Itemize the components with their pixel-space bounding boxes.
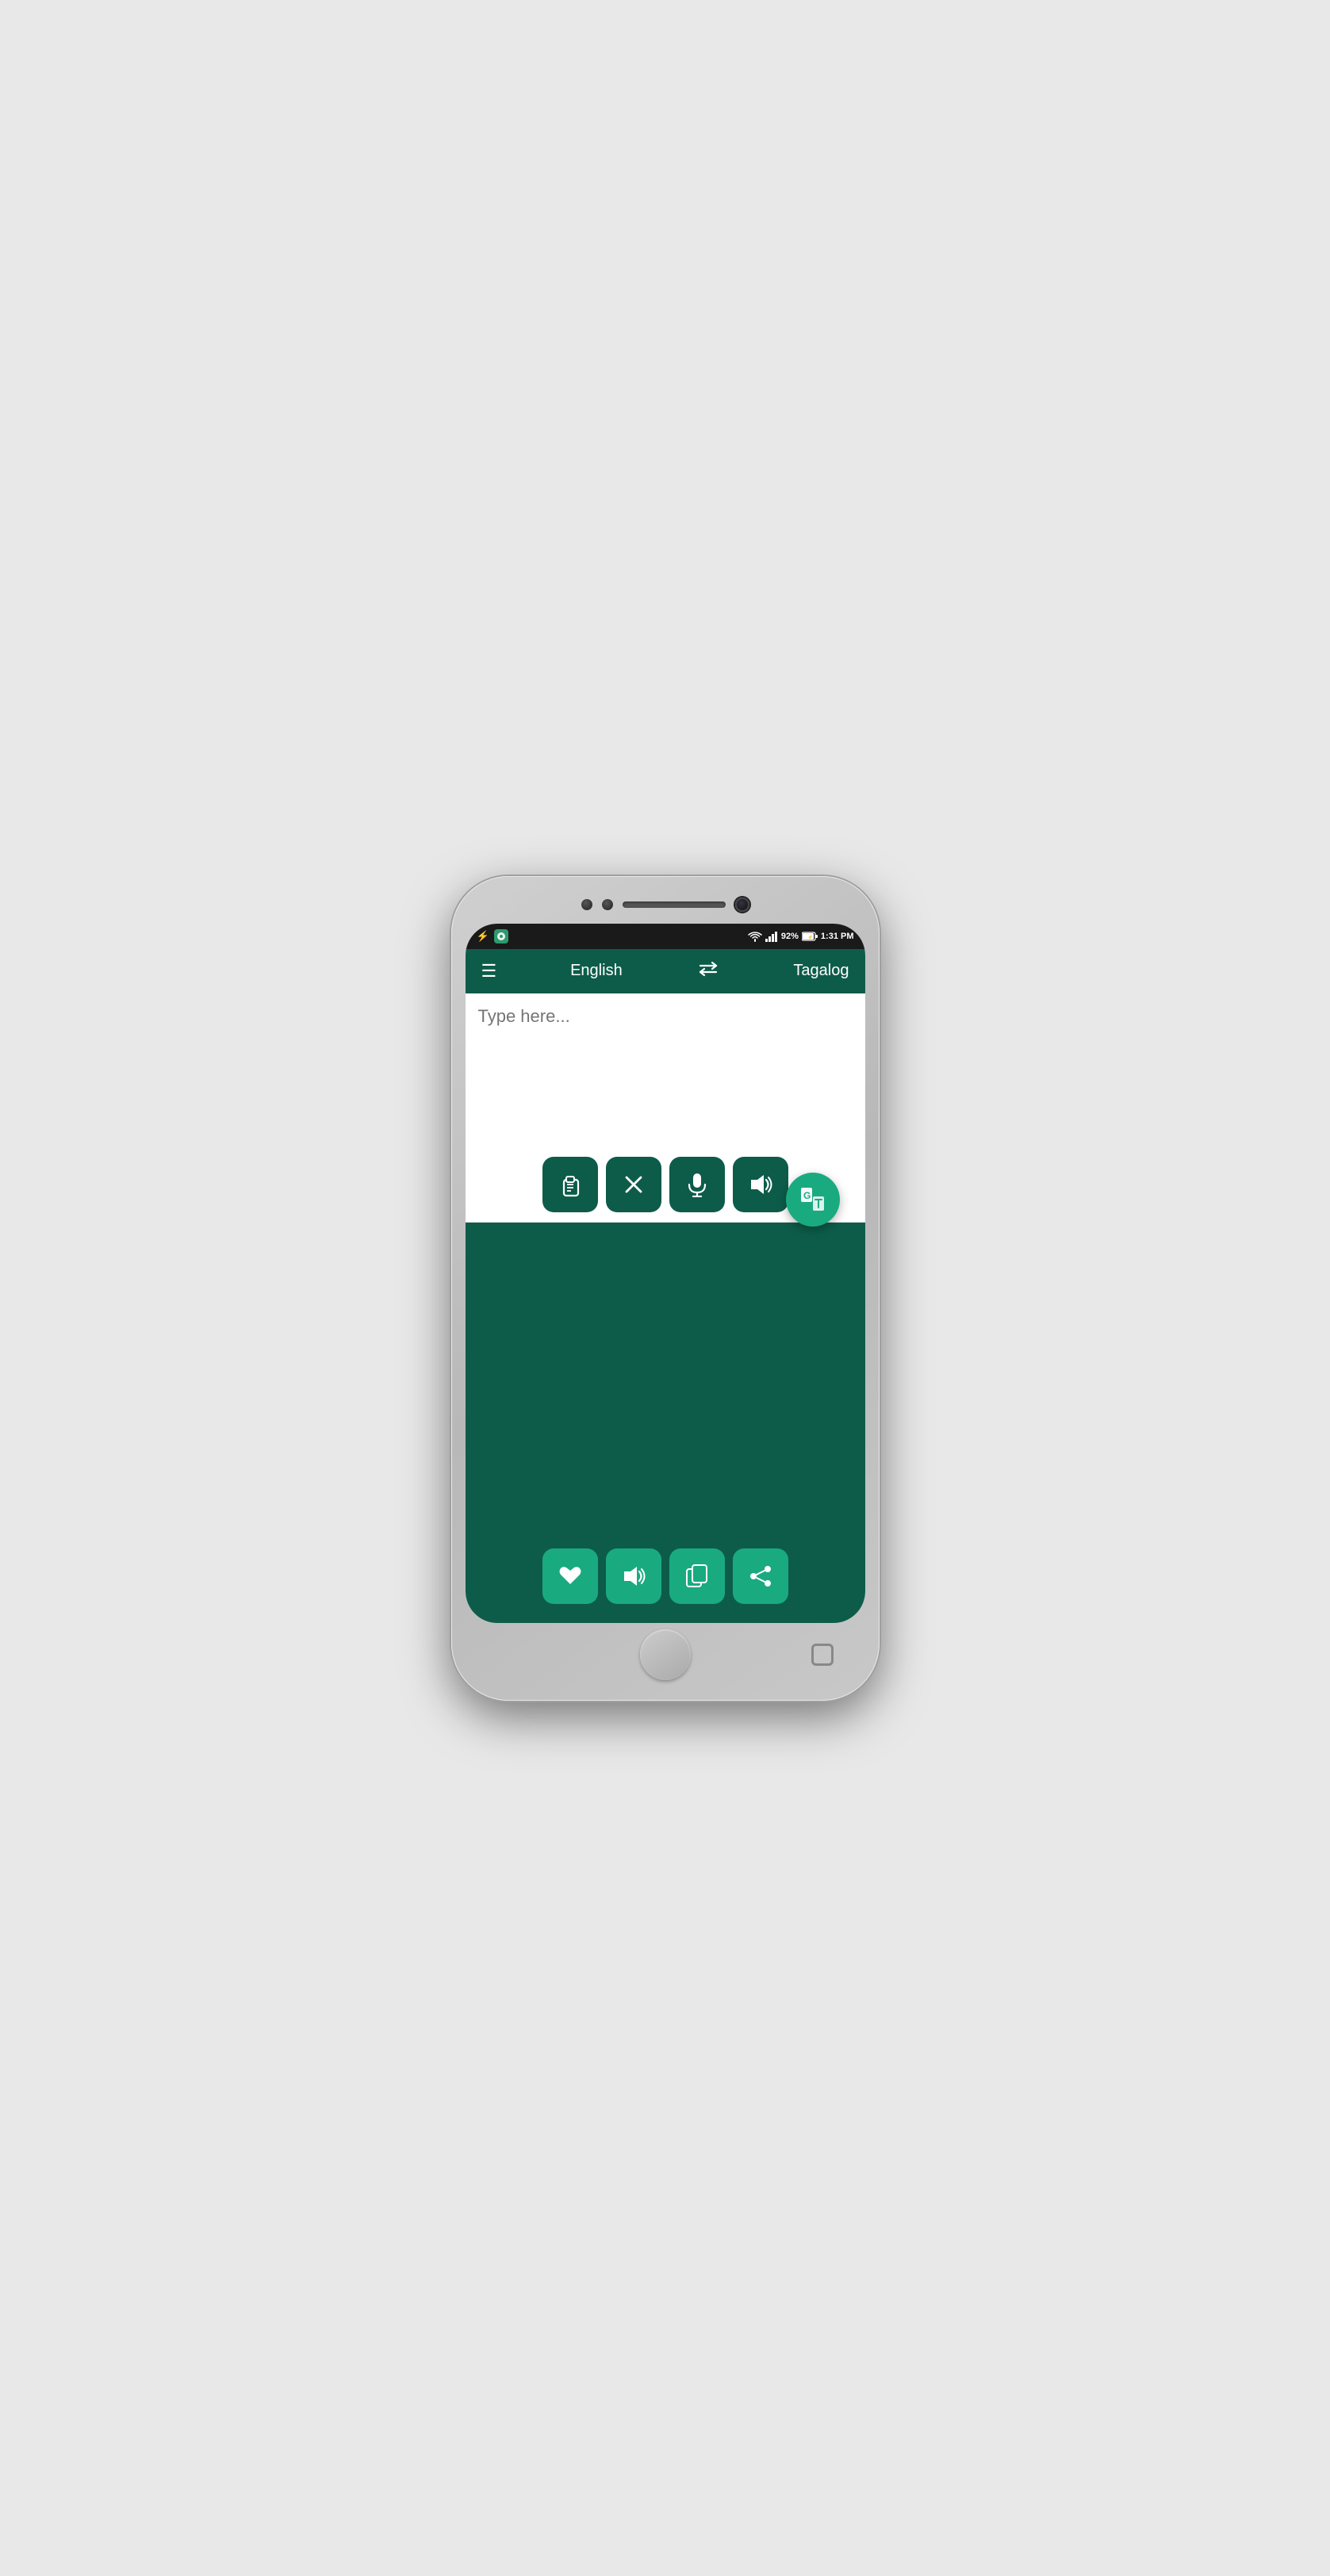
usb-icon: ⚡ <box>477 930 489 943</box>
phone-device: ⚡ ↑ <box>451 876 880 1701</box>
phone-dot-left <box>581 899 592 910</box>
microphone-button[interactable] <box>669 1157 725 1212</box>
home-button[interactable] <box>640 1629 691 1680</box>
share-button[interactable] <box>733 1548 788 1604</box>
app-icon <box>494 929 508 944</box>
swap-languages-icon[interactable] <box>696 960 720 982</box>
svg-text:G: G <box>803 1190 811 1201</box>
paste-button[interactable] <box>542 1157 598 1212</box>
phone-screen: ⚡ ↑ <box>466 924 865 1623</box>
app-small-icon <box>496 932 506 941</box>
phone-speaker <box>623 901 726 908</box>
output-actions <box>478 1548 853 1610</box>
wifi-icon: ↑ <box>748 931 762 942</box>
phone-camera <box>735 898 749 912</box>
battery-icon: ⚡ <box>802 932 818 941</box>
phone-top-bar <box>466 890 865 919</box>
clock: 1:31 PM <box>821 932 854 941</box>
speaker-input-button[interactable] <box>733 1157 788 1212</box>
main-content: G <box>466 993 865 1623</box>
output-area <box>466 1223 865 1623</box>
svg-text:⚡: ⚡ <box>807 934 813 940</box>
clear-button[interactable] <box>606 1157 661 1212</box>
phone-bottom-bar <box>466 1623 865 1686</box>
favorite-button[interactable] <box>542 1548 598 1604</box>
status-bar: ⚡ ↑ <box>466 924 865 949</box>
phone-dot-right <box>602 899 613 910</box>
source-language-label[interactable]: English <box>570 962 623 980</box>
translate-fab-button[interactable]: G <box>786 1173 840 1227</box>
signal-icon <box>765 931 778 942</box>
copy-output-button[interactable] <box>669 1548 725 1604</box>
app-header: ☰ English Tagalog <box>466 949 865 993</box>
status-right: ↑ 92% ⚡ 1:31 PM <box>748 931 854 942</box>
back-button[interactable] <box>811 1644 834 1666</box>
hamburger-menu-icon[interactable]: ☰ <box>481 963 497 980</box>
battery-percent: 92% <box>781 932 799 941</box>
speaker-output-button[interactable] <box>606 1548 661 1604</box>
svg-text:↑: ↑ <box>754 933 757 938</box>
translation-input[interactable] <box>478 1006 853 1149</box>
status-left: ⚡ <box>477 929 508 944</box>
target-language-label[interactable]: Tagalog <box>793 962 849 980</box>
